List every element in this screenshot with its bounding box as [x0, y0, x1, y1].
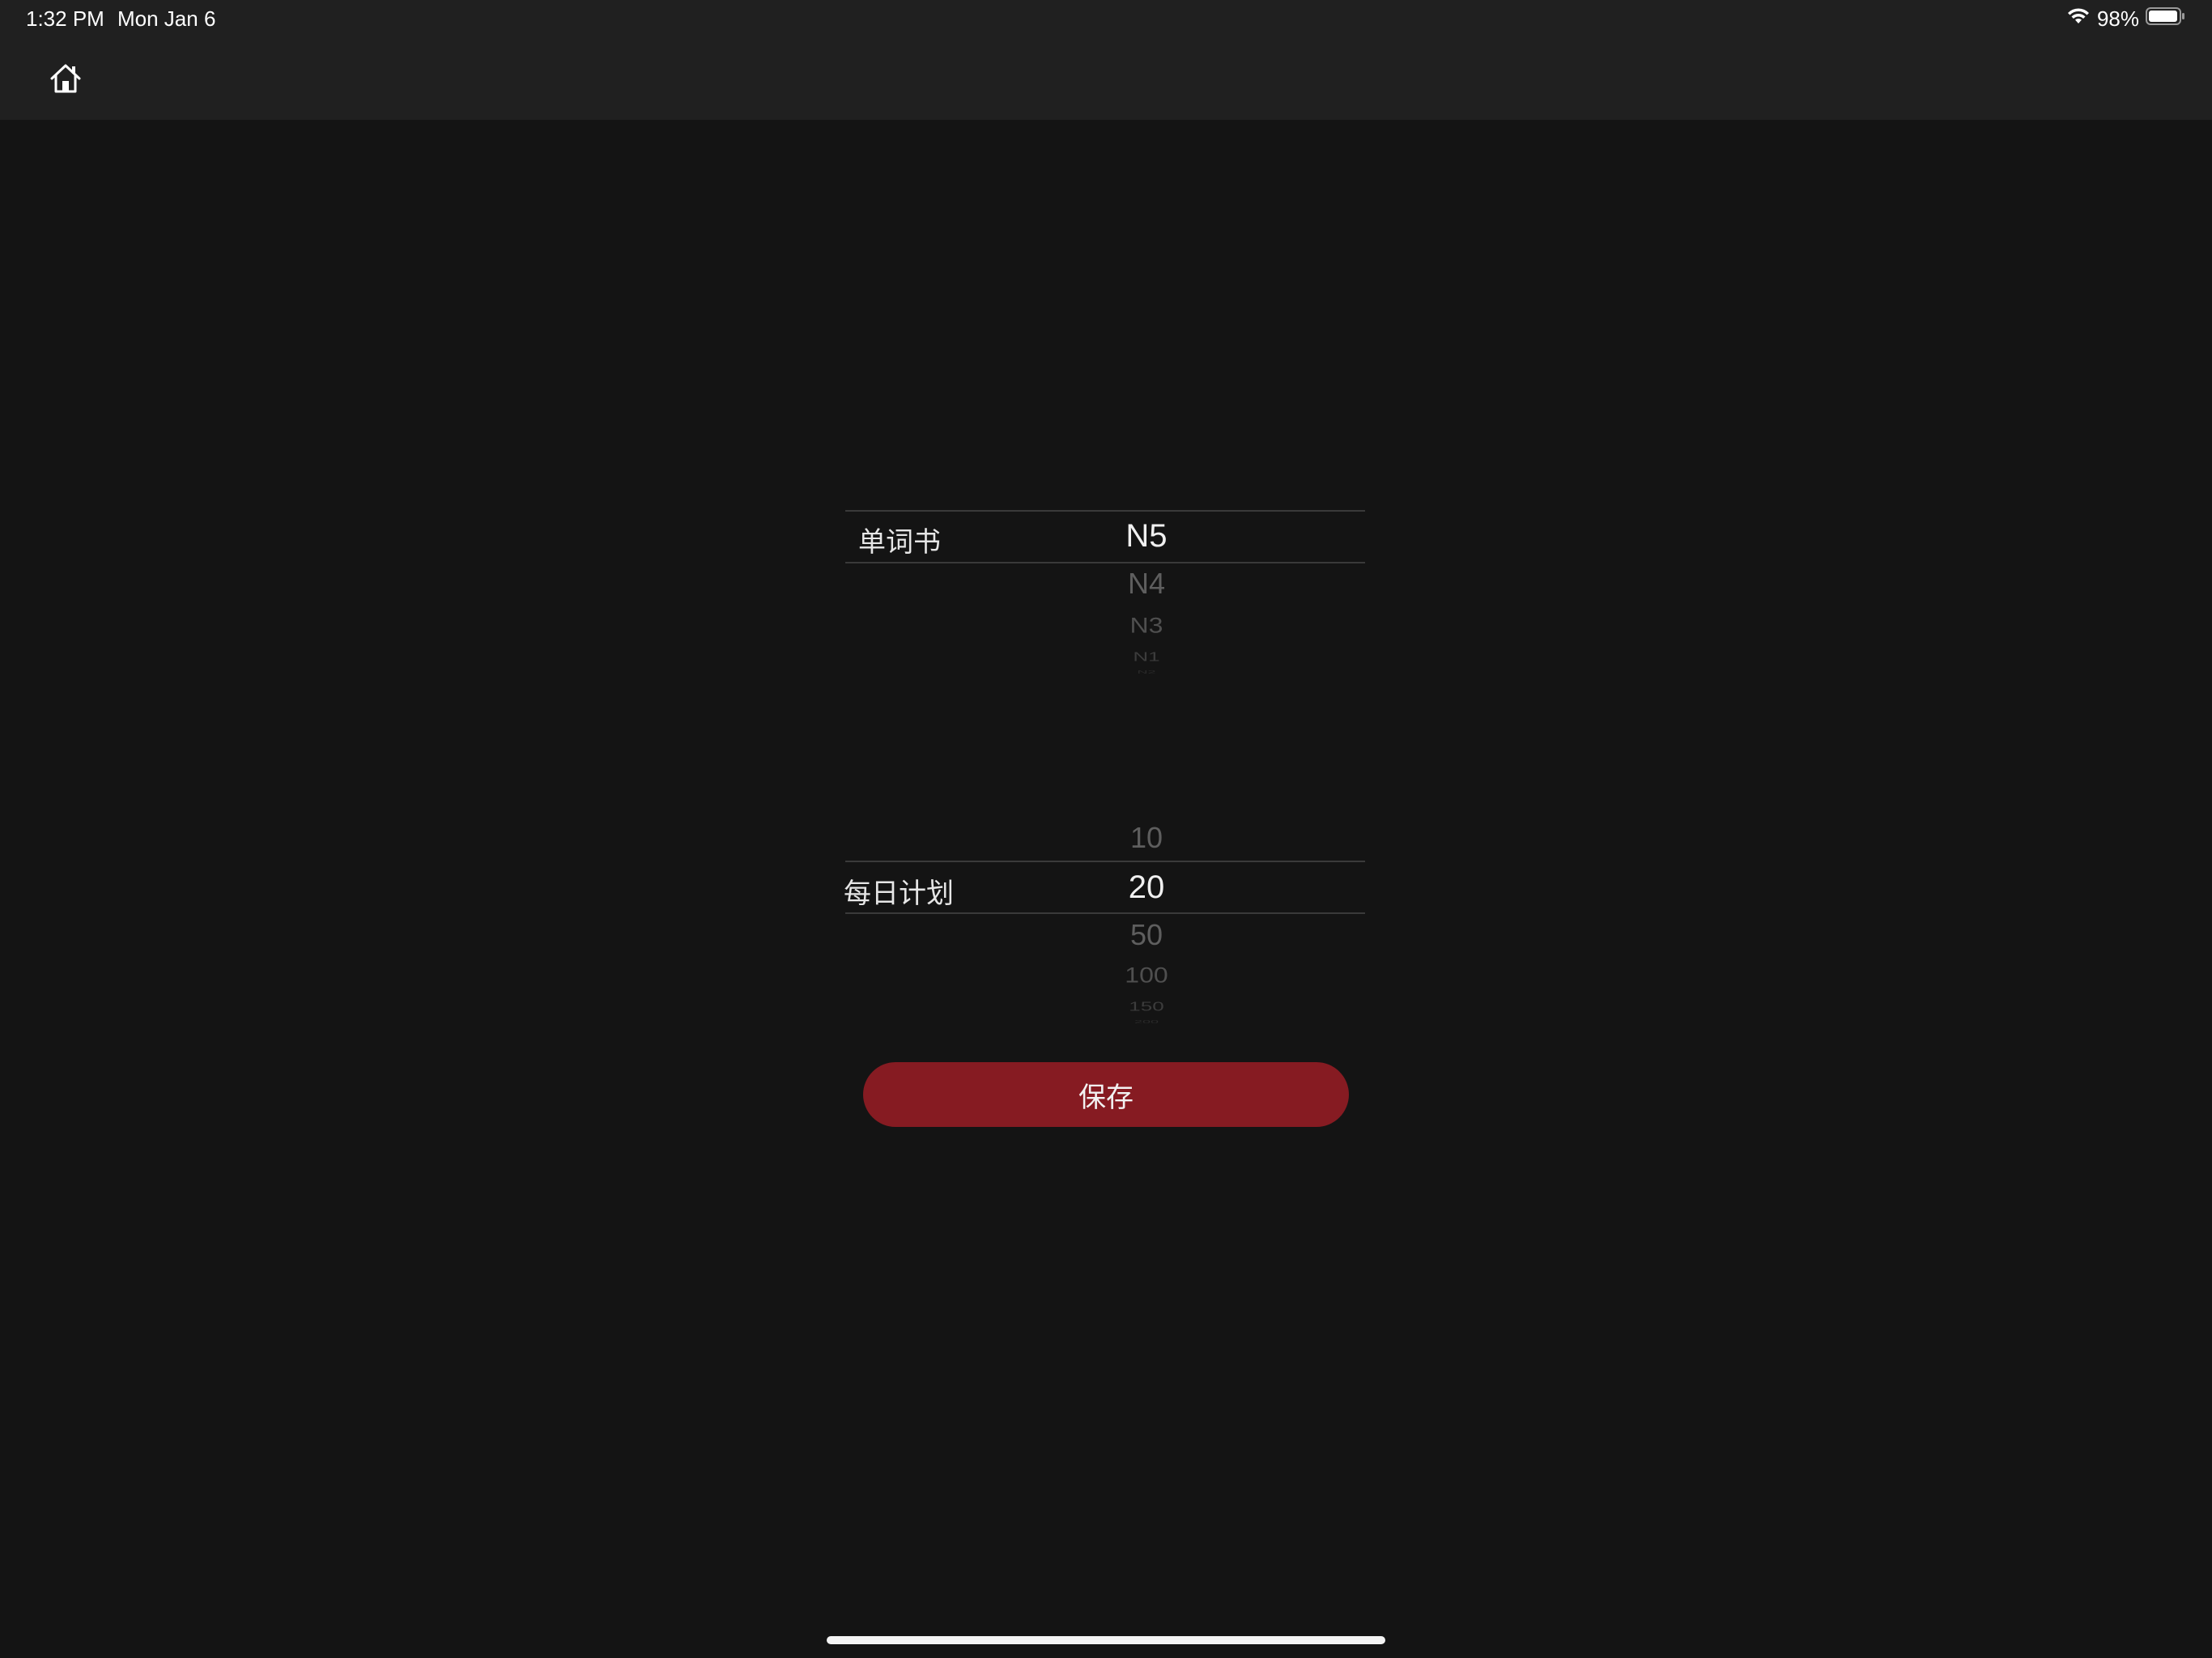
picker-option[interactable]: 200: [1106, 1019, 1187, 1024]
status-right: 98%: [2066, 6, 2186, 32]
status-date: Mon Jan 6: [117, 6, 216, 31]
picker-selected[interactable]: N5: [1106, 518, 1187, 555]
home-indicator[interactable]: [827, 1636, 1385, 1644]
status-bar: 1:32 PM Mon Jan 6 98%: [0, 0, 2212, 37]
nav-bar: [0, 37, 2212, 120]
battery-percent: 98%: [2096, 6, 2139, 31]
wifi-icon: [2066, 6, 2091, 32]
picker-option[interactable]: N3: [1106, 613, 1187, 638]
picker-top-line: [845, 510, 1365, 512]
home-button[interactable]: [45, 60, 86, 100]
battery-icon: [2146, 6, 2186, 32]
settings-form: 单词书 N5 N4 N3 N1 N2 每日计划 10 20 50 100 150…: [844, 510, 1365, 1024]
picker-bottom-line: [845, 912, 1365, 914]
picker-option[interactable]: 10: [1106, 821, 1187, 855]
picker-option[interactable]: N2: [1106, 670, 1187, 674]
picker-option[interactable]: 150: [1106, 999, 1187, 1014]
picker-option[interactable]: N4: [1106, 567, 1187, 601]
picker-option[interactable]: 50: [1106, 918, 1187, 952]
daily-plan-row: 每日计划 10 20 50 100 150 200: [844, 810, 1365, 1036]
picker-option[interactable]: 100: [1106, 963, 1187, 988]
home-icon: [49, 62, 83, 100]
picker-bottom-line: [845, 562, 1365, 563]
save-button[interactable]: 保存: [863, 1062, 1349, 1127]
status-time: 1:32 PM: [26, 6, 104, 31]
daily-plan-picker[interactable]: 10 20 50 100 150 200: [845, 810, 1365, 1036]
picker-top-line: [845, 861, 1365, 862]
wordbook-row: 单词书 N5 N4 N3 N1 N2: [845, 510, 1365, 688]
wordbook-picker[interactable]: N5 N4 N3 N1 N2: [845, 510, 1365, 688]
picker-selected[interactable]: 20: [1106, 869, 1187, 906]
picker-option[interactable]: N1: [1106, 649, 1187, 665]
